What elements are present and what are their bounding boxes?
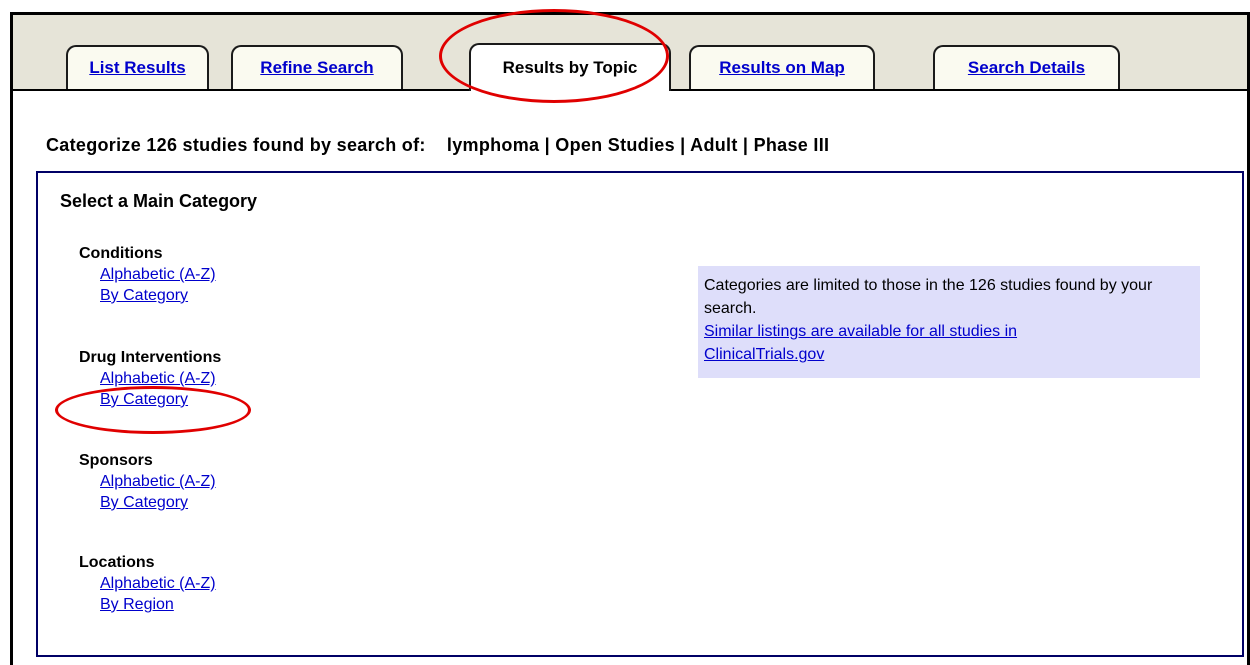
- tab-list-results[interactable]: List Results: [66, 45, 209, 89]
- all-studies-link-line1[interactable]: Similar listings are available for all s…: [704, 323, 1017, 340]
- conditions-by-category-link[interactable]: By Category: [100, 287, 188, 305]
- main-category-panel: Select a Main Category Conditions Alphab…: [36, 171, 1244, 657]
- sponsors-alphabetic-link[interactable]: Alphabetic (A-Z): [100, 473, 216, 491]
- group-heading-conditions: Conditions: [79, 245, 163, 262]
- group-heading-drug-interventions: Drug Interventions: [79, 349, 222, 366]
- panel-title: Select a Main Category: [60, 191, 258, 211]
- tab-bar: List Results Refine Search Results by To…: [13, 15, 1247, 91]
- sponsors-by-category-link[interactable]: By Category: [100, 494, 188, 512]
- drug-interventions-by-category-link[interactable]: By Category: [100, 391, 188, 409]
- tab-refine-search[interactable]: Refine Search: [231, 45, 403, 89]
- all-studies-link-line2[interactable]: ClinicalTrials.gov: [704, 346, 824, 363]
- tab-results-by-topic[interactable]: Results by Topic: [469, 43, 671, 91]
- all-studies-link[interactable]: Similar listings are available for all s…: [704, 320, 1194, 366]
- info-note: Categories are limited to those in the 1…: [698, 266, 1200, 378]
- locations-alphabetic-link[interactable]: Alphabetic (A-Z): [100, 575, 216, 593]
- group-heading-sponsors: Sponsors: [79, 452, 153, 469]
- summary-prefix: Categorize 126 studies found by search o…: [46, 135, 426, 155]
- group-heading-locations: Locations: [79, 554, 155, 571]
- tab-search-details[interactable]: Search Details: [933, 45, 1120, 89]
- drug-interventions-alphabetic-link[interactable]: Alphabetic (A-Z): [100, 370, 216, 388]
- search-summary: Categorize 126 studies found by search o…: [46, 135, 829, 156]
- tab-results-on-map[interactable]: Results on Map: [689, 45, 875, 89]
- summary-query: lymphoma | Open Studies | Adult | Phase …: [446, 135, 830, 155]
- locations-by-region-link[interactable]: By Region: [100, 596, 174, 614]
- info-note-text: Categories are limited to those in the 1…: [704, 277, 1153, 317]
- conditions-alphabetic-link[interactable]: Alphabetic (A-Z): [100, 266, 216, 284]
